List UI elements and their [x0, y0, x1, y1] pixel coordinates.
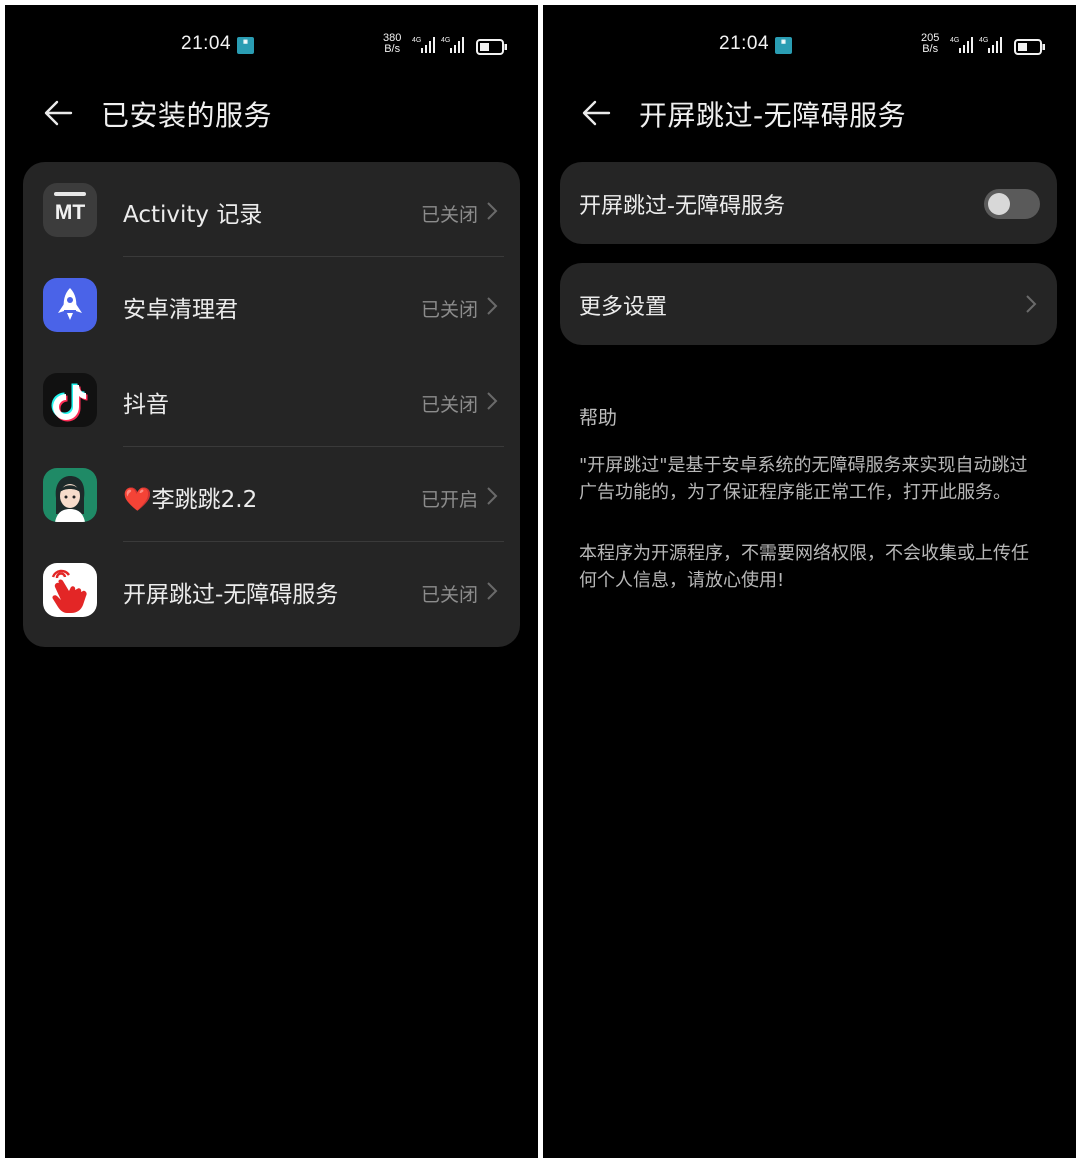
service-toggle-row[interactable]: 开屏跳过-无障碍服务 [560, 162, 1057, 244]
more-settings-label: 更多设置 [579, 295, 668, 320]
back-arrow-icon[interactable] [581, 97, 613, 129]
chevron-right-icon [487, 487, 498, 505]
svg-text:4G: 4G [950, 37, 959, 44]
mt-app-icon: MT [43, 183, 97, 237]
chevron-right-icon [487, 582, 498, 600]
service-switch[interactable] [984, 189, 1040, 219]
status-time: 21:04 [719, 33, 770, 54]
back-arrow-icon[interactable] [43, 97, 75, 129]
switch-knob [988, 193, 1010, 215]
status-badge-icon: ▦ [237, 37, 254, 54]
service-item-litiaotiao[interactable]: ❤️李跳跳2.2 已开启 [23, 447, 520, 542]
service-detail-screen: 21:04 ▦ 205 B/s 4G 4G 开屏跳过-无障碍服务 开屏跳过-无障碍… [543, 5, 1076, 1158]
service-item-douyin[interactable]: 抖音 已关闭 [23, 352, 520, 447]
signal-icon: 4G 4G [950, 37, 1002, 53]
chevron-right-icon [487, 202, 498, 220]
tiktok-app-icon [43, 373, 97, 427]
installed-services-screen: 21:04 ▦ 380 B/s 4G 4G 已安装的服务 MT Activity… [5, 5, 538, 1158]
page-title: 已安装的服务 [101, 99, 273, 132]
svg-text:4G: 4G [412, 37, 421, 44]
network-speed: 380 B/s [383, 32, 402, 55]
service-status: 已关闭 [420, 299, 478, 321]
service-status: 已关闭 [420, 204, 478, 226]
service-label: 安卓清理君 [123, 297, 238, 323]
service-label: 抖音 [123, 392, 169, 418]
status-time: 21:04 [181, 33, 232, 54]
status-bar: 21:04 ▦ 205 B/s 4G 4G [543, 33, 1076, 63]
page-title: 开屏跳过-无障碍服务 [639, 99, 907, 132]
help-paragraph: "开屏跳过"是基于安卓系统的无障碍服务来实现自动跳过广告功能的，为了保证程序能正… [579, 455, 1028, 503]
service-item-skip-ad[interactable]: 开屏跳过-无障碍服务 已关闭 [23, 542, 520, 637]
rocket-app-icon [43, 278, 97, 332]
tap-hand-app-icon [43, 563, 97, 617]
toggle-label: 开屏跳过-无障碍服务 [579, 194, 785, 219]
service-item-cleaner[interactable]: 安卓清理君 已关闭 [23, 257, 520, 352]
network-speed: 205 B/s [921, 32, 940, 55]
battery-icon [1014, 39, 1045, 55]
more-settings-row[interactable]: 更多设置 [560, 263, 1057, 345]
status-badge-icon: ▦ [775, 37, 792, 54]
service-status: 已开启 [420, 489, 478, 511]
help-title: 帮助 [579, 407, 618, 429]
chevron-right-icon [1026, 295, 1037, 313]
chevron-right-icon [487, 392, 498, 410]
services-list: MT Activity 记录 已关闭 安卓清理君 已关闭 抖音 已关闭 ❤️李跳… [23, 162, 520, 647]
header: 开屏跳过-无障碍服务 [543, 83, 1076, 143]
battery-icon [476, 39, 507, 55]
help-paragraph: 本程序为开源程序，不需要网络权限，不会收集或上传任何个人信息，请放心使用! [579, 543, 1029, 591]
service-label: ❤️李跳跳2.2 [123, 487, 258, 513]
avatar-app-icon [43, 468, 97, 522]
signal-icon: 4G 4G [412, 37, 464, 53]
service-status: 已关闭 [420, 584, 478, 606]
svg-text:4G: 4G [441, 37, 450, 44]
service-status: 已关闭 [420, 394, 478, 416]
status-bar: 21:04 ▦ 380 B/s 4G 4G [5, 33, 538, 63]
chevron-right-icon [487, 297, 498, 315]
service-label: Activity 记录 [123, 202, 263, 228]
service-item-activity[interactable]: MT Activity 记录 已关闭 [23, 162, 520, 257]
service-label: 开屏跳过-无障碍服务 [123, 582, 339, 608]
header: 已安装的服务 [5, 83, 538, 143]
svg-text:4G: 4G [979, 37, 988, 44]
